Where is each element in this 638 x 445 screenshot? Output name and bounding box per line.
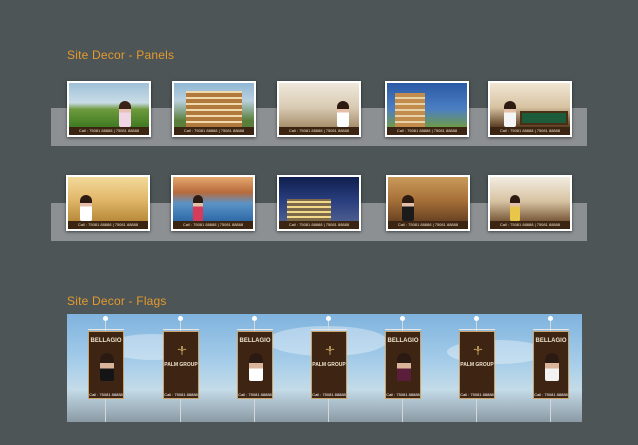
flag-call: Call : 75081 88888	[164, 392, 198, 397]
flag-portrait	[100, 353, 114, 381]
flag-logo: BELLAGIO	[90, 338, 122, 344]
flag-palm-group: PALM GROUP Call : 75081 88888	[311, 314, 347, 422]
flag-logo: PALM GROUP	[312, 362, 346, 368]
flag-logo: BELLAGIO	[387, 338, 419, 344]
billiard-table	[520, 111, 568, 125]
panel-living-room: Call : 75081 88888 | 75081 88888	[277, 81, 361, 137]
flag-call: Call : 75081 88888	[386, 392, 420, 397]
flags-sky-backdrop: BELLAGIO Call : 75081 88888 PALM GROUP C…	[67, 314, 582, 422]
panel-call-strip: Call : 75081 88888 | 75081 88888	[279, 221, 359, 229]
panel-call-strip: Call : 75081 88888 | 75081 88888	[173, 221, 253, 229]
flag-logo: PALM GROUP	[460, 362, 494, 368]
flag-portrait	[249, 353, 263, 381]
panel-call-strip: Call : 75081 88888 | 75081 88888	[387, 127, 467, 135]
flag-bellagio: BELLAGIO Call : 75081 88888	[533, 314, 569, 422]
section-title-panels: Site Decor - Panels	[67, 48, 175, 62]
panel-billiards: Call : 75081 88888 | 75081 88888	[488, 81, 572, 137]
flag-call: Call : 75081 88888	[460, 392, 494, 397]
panel-building-blue: Call : 75081 88888 | 75081 88888	[385, 81, 469, 137]
panel-lounge: Call : 75081 88888 | 75081 88888	[488, 175, 572, 231]
panel-woman-sunset: Call : 75081 88888 | 75081 88888	[66, 175, 150, 231]
panel-call-strip: Call : 75081 88888 | 75081 88888	[174, 127, 254, 135]
panel-call-strip: Call : 75081 88888 | 75081 88888	[388, 221, 468, 229]
flag-call: Call : 75081 88888	[238, 392, 272, 397]
flag-palm-group: PALM GROUP Call : 75081 88888	[163, 314, 199, 422]
flag-portrait	[545, 353, 559, 381]
panel-woman-interior: Call : 75081 88888 | 75081 88888	[386, 175, 470, 231]
panel-call-strip: Call : 75081 88888 | 75081 88888	[279, 127, 359, 135]
flag-call: Call : 75081 88888	[534, 392, 568, 397]
flag-palm-group: PALM GROUP Call : 75081 88888	[459, 314, 495, 422]
flag-call: Call : 75081 88888	[89, 392, 123, 397]
section-title-flags: Site Decor - Flags	[67, 294, 167, 308]
panel-night-towers: Call : 75081 88888 | 75081 88888	[277, 175, 361, 231]
palm-leaf-icon	[473, 346, 483, 355]
flag-logo: PALM GROUP	[164, 362, 198, 368]
palm-leaf-icon	[325, 346, 335, 355]
panel-woman-garden: Call : 75081 88888 | 75081 88888	[67, 81, 151, 137]
panel-call-strip: Call : 75081 88888 | 75081 88888	[490, 221, 570, 229]
flag-bellagio: BELLAGIO Call : 75081 88888	[237, 314, 273, 422]
flag-bellagio: BELLAGIO Call : 75081 88888	[88, 314, 124, 422]
flag-logo: BELLAGIO	[239, 338, 271, 344]
flag-bellagio: BELLAGIO Call : 75081 88888	[385, 314, 421, 422]
flag-portrait	[397, 353, 411, 381]
panel-call-strip: Call : 75081 88888 | 75081 88888	[68, 221, 148, 229]
panel-call-strip: Call : 75081 88888 | 75081 88888	[69, 127, 149, 135]
panel-pool: Call : 75081 88888 | 75081 88888	[171, 175, 255, 231]
panel-apartments: Call : 75081 88888 | 75081 88888	[172, 81, 256, 137]
flag-logo: BELLAGIO	[535, 338, 567, 344]
flag-call: Call : 75081 88888	[312, 392, 346, 397]
panel-call-strip: Call : 75081 88888 | 75081 88888	[490, 127, 570, 135]
palm-leaf-icon	[177, 346, 187, 355]
